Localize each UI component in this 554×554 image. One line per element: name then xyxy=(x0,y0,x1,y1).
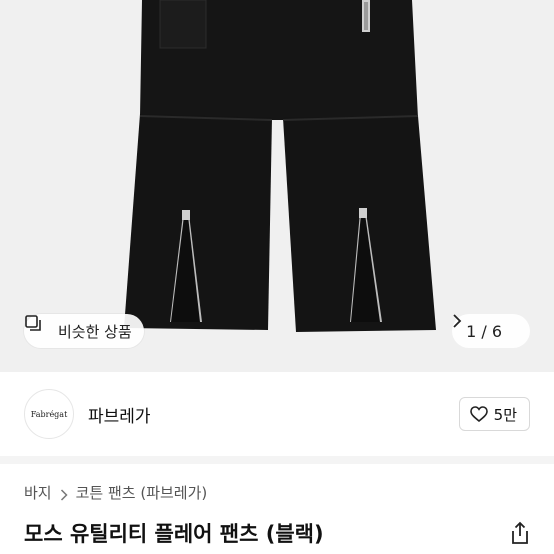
shop-name[interactable]: 파브레가 xyxy=(88,402,151,427)
share-icon[interactable] xyxy=(510,521,530,545)
product-image[interactable]: 비슷한 상품 1 / 6 xyxy=(0,0,554,372)
product-title: 모스 유틸리티 플레어 팬츠 (블랙) xyxy=(24,522,324,546)
breadcrumb-item-category[interactable]: 바지 xyxy=(24,482,52,503)
chevron-right-icon xyxy=(60,487,68,501)
chevron-right-icon xyxy=(453,314,520,338)
product-title-row: 모스 유틸리티 플레어 팬츠 (블랙) xyxy=(24,518,530,548)
shop-row[interactable]: Fabrégat 파브레가 5만 xyxy=(0,372,554,456)
section-divider xyxy=(0,456,554,464)
shop-logo[interactable]: Fabrégat xyxy=(24,389,74,439)
image-pager[interactable]: 1 / 6 xyxy=(452,314,530,348)
similar-items-button[interactable]: 비슷한 상품 xyxy=(24,314,144,348)
similar-items-icon xyxy=(25,315,52,340)
pager-text: 1 / 6 xyxy=(466,321,502,341)
shop-logo-text: Fabrégat xyxy=(30,409,68,419)
breadcrumb-item-subcategory[interactable]: 코튼 팬츠 (파브레가) xyxy=(76,482,208,503)
breadcrumb: 바지 코튼 팬츠 (파브레가) xyxy=(24,482,207,503)
like-count: 5만 xyxy=(493,405,517,424)
similar-items-label: 비슷한 상품 xyxy=(58,322,132,341)
heart-icon xyxy=(469,406,488,423)
like-button[interactable]: 5만 xyxy=(458,397,530,431)
